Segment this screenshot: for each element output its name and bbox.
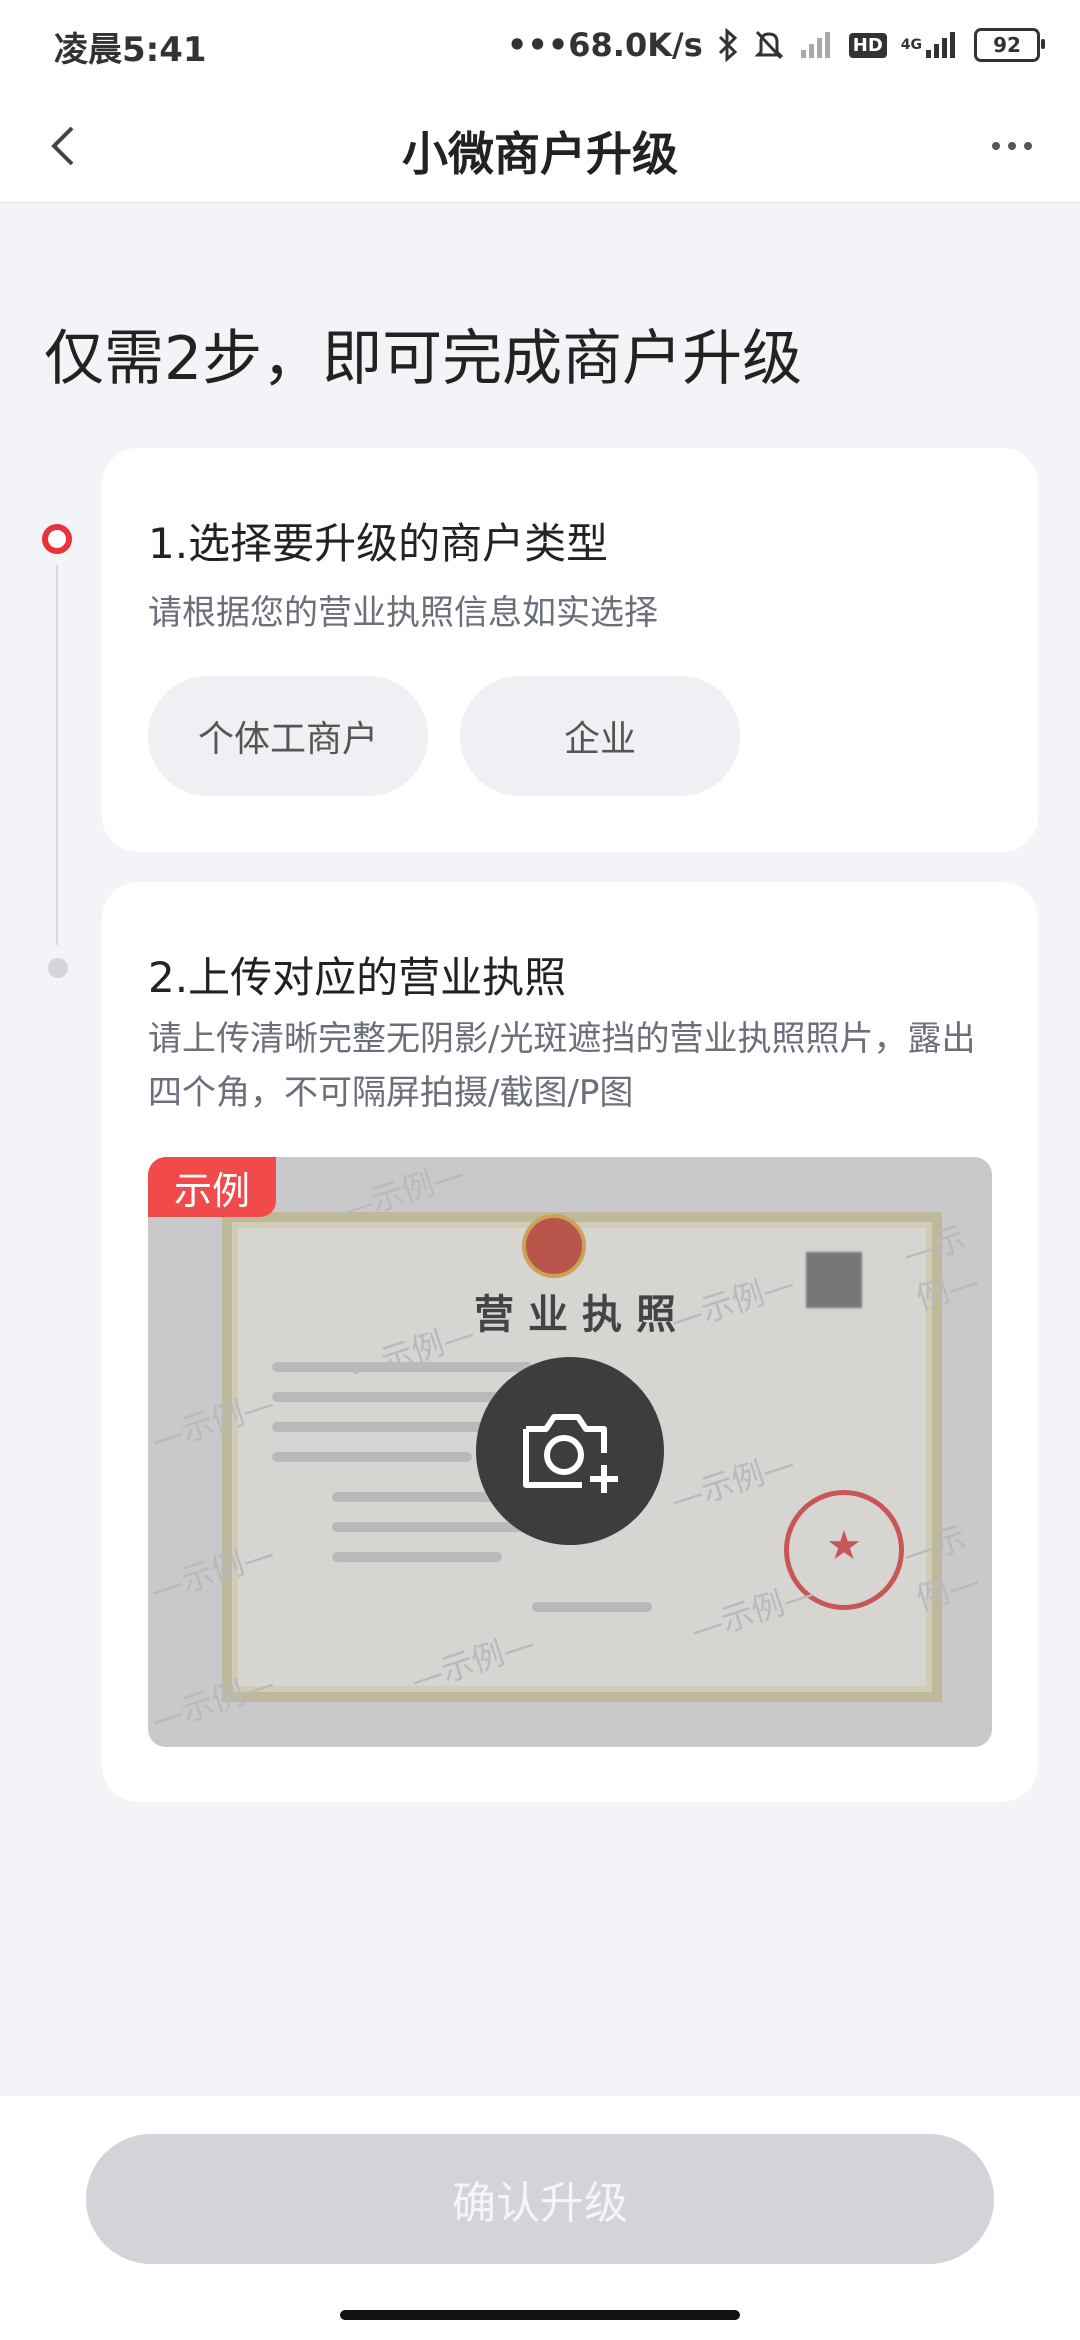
camera-add-icon[interactable] [476,1357,664,1545]
timeline-line [56,565,58,945]
status-bar: 凌晨5:41 •••68.0K/s HD 4G 92 [0,0,1080,92]
hd-icon: HD [848,32,887,58]
mute-bell-icon [753,28,785,62]
network-speed: •••68.0K/s [506,26,703,64]
footer: 确认升级 [0,2096,1080,2340]
step2-description: 请上传清晰完整无阴影/光斑遮挡的营业执照照片，露出四个角，不可隔屏拍摄/截图/P… [148,1019,976,1113]
step1-card: 1.选择要升级的商户类型 请根据您的营业执照信息如实选择 个体工商户 企业 [102,448,1038,852]
license-upload-area[interactable]: 示例 营业执照 —示例— —示例— —示例— —示例— —示例— —示例— —示… [148,1157,992,1747]
battery-icon: 92 [974,28,1045,62]
option-enterprise[interactable]: 企业 [460,676,740,796]
status-icons: •••68.0K/s HD 4G 92 [506,20,1045,70]
option-individual-business[interactable]: 个体工商户 [148,676,428,796]
sample-tag: 示例 [148,1157,276,1217]
confirm-upgrade-button[interactable]: 确认升级 [86,2134,994,2264]
step2-card: 2.上传对应的营业执照 请上传清晰完整无阴影/光斑遮挡的营业执照照片，露出四个角… [102,882,1038,1802]
step1-title: 1.选择要升级的商户类型 [148,519,609,568]
page-title: 小微商户升级 [402,127,678,181]
headline: 仅需2步，即可完成商户升级 [44,324,803,394]
status-time: 凌晨5:41 [54,30,207,70]
more-options-icon[interactable] [982,122,1042,170]
signal-weak-icon [799,30,835,60]
step2-title: 2.上传对应的营业执照 [148,953,567,1002]
timeline-step2-dot [48,958,68,978]
home-indicator[interactable] [340,2310,740,2320]
bluetooth-icon [717,28,739,62]
timeline-step1-active-dot [42,524,72,554]
step1-description: 请根据您的营业执照信息如实选择 [148,593,658,633]
signal-4g-icon: 4G [901,30,960,60]
nav-bar: 小微商户升级 [0,92,1080,203]
